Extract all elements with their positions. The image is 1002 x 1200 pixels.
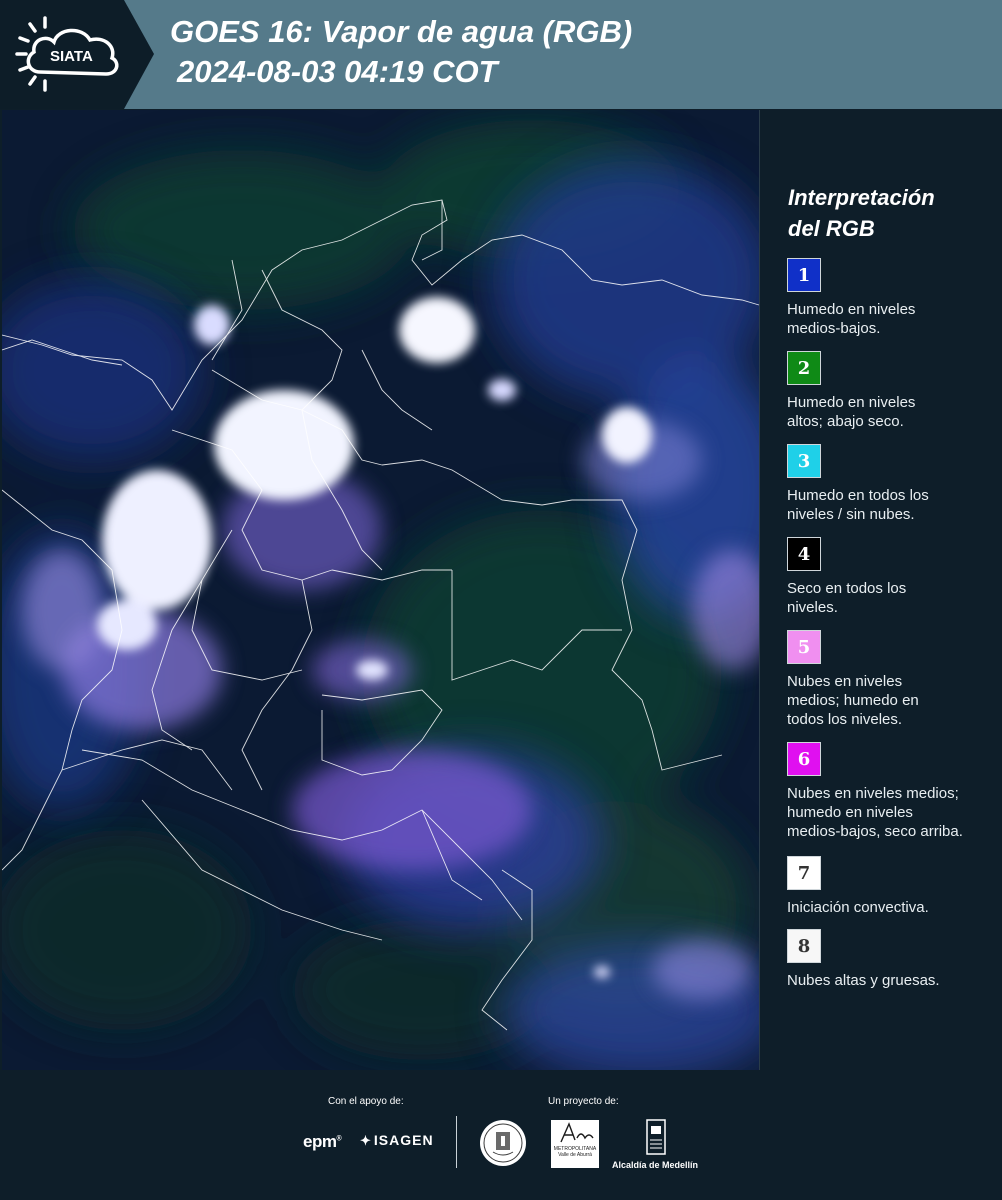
legend-swatch: 5 [787, 630, 821, 664]
legend-title-line2: del RGB [788, 216, 875, 241]
legend-swatch: 2 [787, 351, 821, 385]
isagen-logo[interactable]: ✦ ISAGEN [360, 1132, 434, 1149]
siata-logo-text: SIATA [50, 48, 93, 65]
area-logo-text: METROPOLITANA Valle de Aburrá [551, 1146, 599, 1158]
area-metropolitana-logo[interactable]: METROPOLITANA Valle de Aburrá [551, 1120, 599, 1168]
area-logo-line: Valle de Aburrá [558, 1152, 592, 1158]
legend-title-line1: Interpretación [788, 185, 935, 210]
legend-item-3: 3 Humedo en todos los niveles / sin nube… [787, 444, 997, 524]
swatch-number: 6 [797, 748, 811, 770]
legend-description: Iniciación convectiva. [787, 898, 997, 917]
legend-desc-line: Nubes en niveles medios; [787, 785, 959, 802]
swatch-number: 5 [797, 636, 811, 658]
isagen-logo-text: ISAGEN [373, 1132, 434, 1148]
support-label: Con el apoyo de: [328, 1096, 404, 1107]
title-timestamp: 2024-08-03 04:19 COT [177, 54, 498, 89]
medellin-emblem-icon [646, 1119, 666, 1155]
antioquia-seal-icon[interactable] [478, 1118, 528, 1168]
area-logo-script-icon [560, 1122, 594, 1143]
legend-description: Seco en todos los niveles. [787, 579, 997, 617]
legend-desc-line: Nubes altas y gruesas. [787, 972, 940, 989]
medellin-logo-text[interactable]: Alcaldía de Medellín [612, 1160, 698, 1170]
legend-swatch: 1 [787, 258, 821, 292]
water-vapor-image [2, 110, 759, 1070]
swatch-number: 7 [797, 862, 811, 884]
legend-swatch: 8 [787, 929, 821, 963]
swatch-number: 1 [797, 264, 811, 286]
legend-description: Nubes altas y gruesas. [787, 971, 997, 990]
swatch-number: 3 [797, 450, 811, 472]
legend-desc-line: humedo en niveles [787, 804, 913, 821]
legend-swatch: 3 [787, 444, 821, 478]
footer-sponsors: Con el apoyo de: Un proyecto de: epm® ✦ I… [0, 1070, 1002, 1200]
legend-desc-line: Nubes en niveles [787, 673, 903, 690]
legend-item-4: 4 Seco en todos los niveles. [787, 537, 997, 617]
legend-desc-line: Iniciación convectiva. [787, 899, 929, 916]
legend-desc-line: niveles. [787, 599, 838, 616]
legend-swatch: 4 [787, 537, 821, 571]
siata-logo-graphic: SIATA [0, 0, 154, 109]
siata-logo[interactable]: SIATA [0, 0, 160, 109]
legend-description: Humedo en todos los niveles / sin nubes. [787, 486, 997, 524]
footer-divider [456, 1116, 457, 1168]
swatch-number: 4 [797, 543, 811, 565]
legend-desc-line: Seco en todos los [787, 580, 907, 597]
legend-desc-line: altos; abajo seco. [787, 413, 904, 430]
legend-description: Humedo en niveles altos; abajo seco. [787, 393, 997, 431]
legend-item-2: 2 Humedo en niveles altos; abajo seco. [787, 351, 997, 431]
legend-desc-line: medios; humedo en [787, 692, 919, 709]
legend-desc-line: medios-bajos, seco arriba. [787, 823, 963, 840]
legend-item-7: 7 Iniciación convectiva. [787, 856, 997, 917]
legend-desc-line: niveles / sin nubes. [787, 506, 915, 523]
project-label: Un proyecto de: [548, 1096, 619, 1107]
legend-description: Nubes en niveles medios; humedo en nivel… [787, 784, 997, 841]
legend-item-6: 6 Nubes en niveles medios; humedo en niv… [787, 742, 997, 841]
legend-title: Interpretación del RGB [788, 182, 935, 244]
isagen-mark-icon: ✦ [360, 1133, 372, 1148]
epm-logo[interactable]: epm® [303, 1132, 342, 1152]
header-bar: SIATA GOES 16: Vapor de agua (RGB) 2024-… [0, 0, 1002, 109]
legend-item-5: 5 Nubes en niveles medios; humedo en tod… [787, 630, 997, 729]
legend-desc-line: Humedo en todos los [787, 487, 929, 504]
page-title: GOES 16: Vapor de agua (RGB) 2024-08-03 … [170, 12, 632, 92]
legend-swatch: 6 [787, 742, 821, 776]
legend-desc-line: Humedo en niveles [787, 394, 916, 411]
swatch-number: 8 [797, 935, 811, 957]
satellite-map[interactable] [2, 110, 760, 1070]
legend-desc-line: todos los niveles. [787, 711, 903, 728]
swatch-number: 2 [797, 357, 811, 379]
rgb-legend: Interpretación del RGB 1 Humedo en nivel… [760, 110, 1002, 1070]
legend-description: Nubes en niveles medios; humedo en todos… [787, 672, 997, 729]
legend-swatch: 7 [787, 856, 821, 890]
title-product: GOES 16: Vapor de agua (RGB) [170, 14, 633, 49]
epm-logo-text: epm [303, 1132, 337, 1151]
legend-item-1: 1 Humedo en niveles medios-bajos. [787, 258, 997, 338]
legend-desc-line: medios-bajos. [787, 320, 881, 337]
legend-desc-line: Humedo en niveles [787, 301, 916, 318]
legend-item-8: 8 Nubes altas y gruesas. [787, 929, 997, 990]
legend-description: Humedo en niveles medios-bajos. [787, 300, 997, 338]
